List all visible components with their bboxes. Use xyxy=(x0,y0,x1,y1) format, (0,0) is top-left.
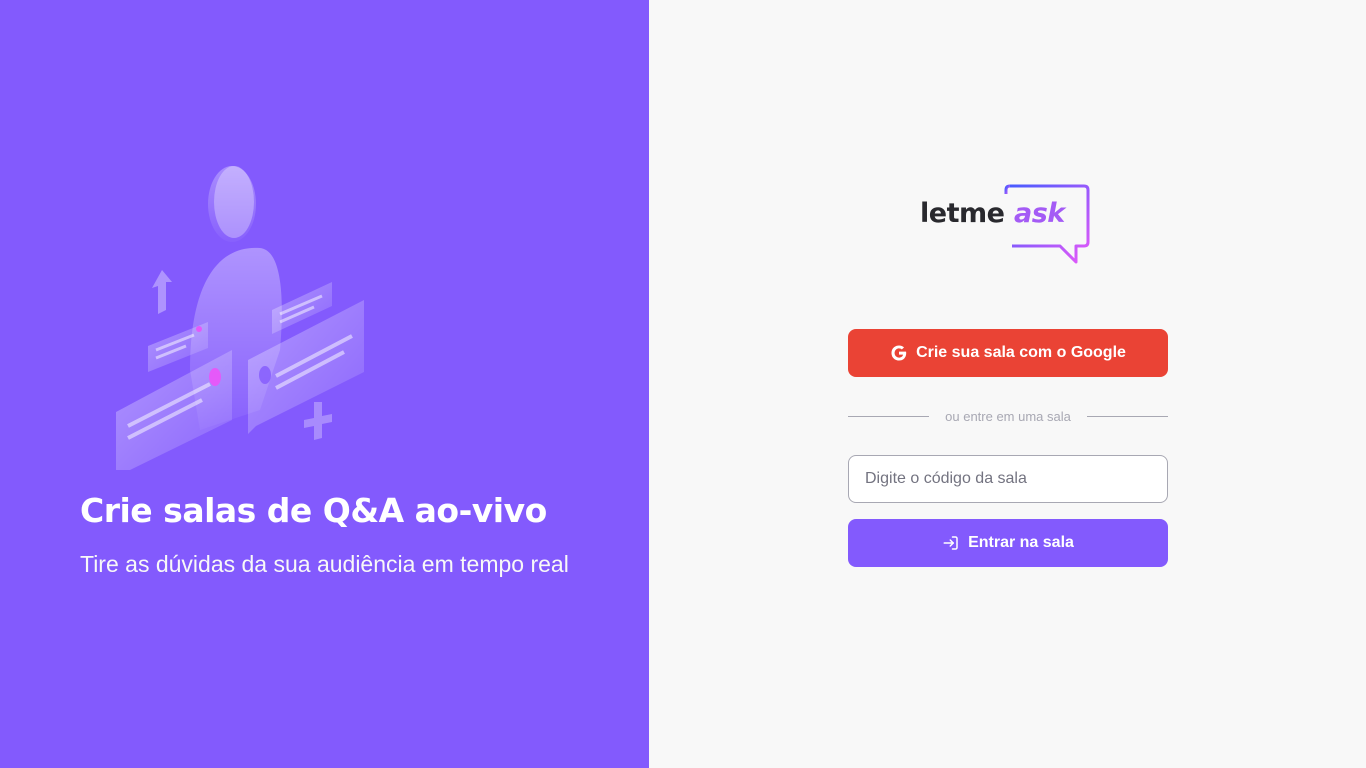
hero-subtitle: Tire as dúvidas da sua audiência em temp… xyxy=(80,551,569,577)
separator-text: ou entre em uma sala xyxy=(945,408,1071,424)
login-page: Crie salas de Q&A ao-vivo Tire as dúvida… xyxy=(0,0,1366,768)
hero-title: Crie salas de Q&A ao-vivo xyxy=(80,491,547,530)
letmeask-logo: letme ask xyxy=(920,184,1090,266)
logo-text-letme: letme xyxy=(920,198,1005,229)
auth-content: letme ask Crie sua sala com o Google ou … xyxy=(848,184,1169,567)
separator-line-right xyxy=(1086,415,1169,417)
separator-line-left xyxy=(848,415,930,417)
logo-text-ask: ask xyxy=(1014,198,1065,229)
google-button-label: Crie sua sala com o Google xyxy=(916,344,1126,361)
main-panel: letme ask Crie sua sala com o Google ou … xyxy=(649,0,1366,768)
separator: ou entre em uma sala xyxy=(848,408,1169,424)
enter-button-label: Entrar na sala xyxy=(968,534,1074,551)
qa-illustration-icon xyxy=(116,166,364,470)
login-icon xyxy=(942,534,960,552)
room-code-input[interactable] xyxy=(848,455,1168,503)
google-create-room-button[interactable]: Crie sua sala com o Google xyxy=(848,329,1168,377)
google-icon xyxy=(890,344,908,362)
hero-aside: Crie salas de Q&A ao-vivo Tire as dúvida… xyxy=(0,0,649,768)
enter-room-button[interactable]: Entrar na sala xyxy=(848,519,1168,567)
